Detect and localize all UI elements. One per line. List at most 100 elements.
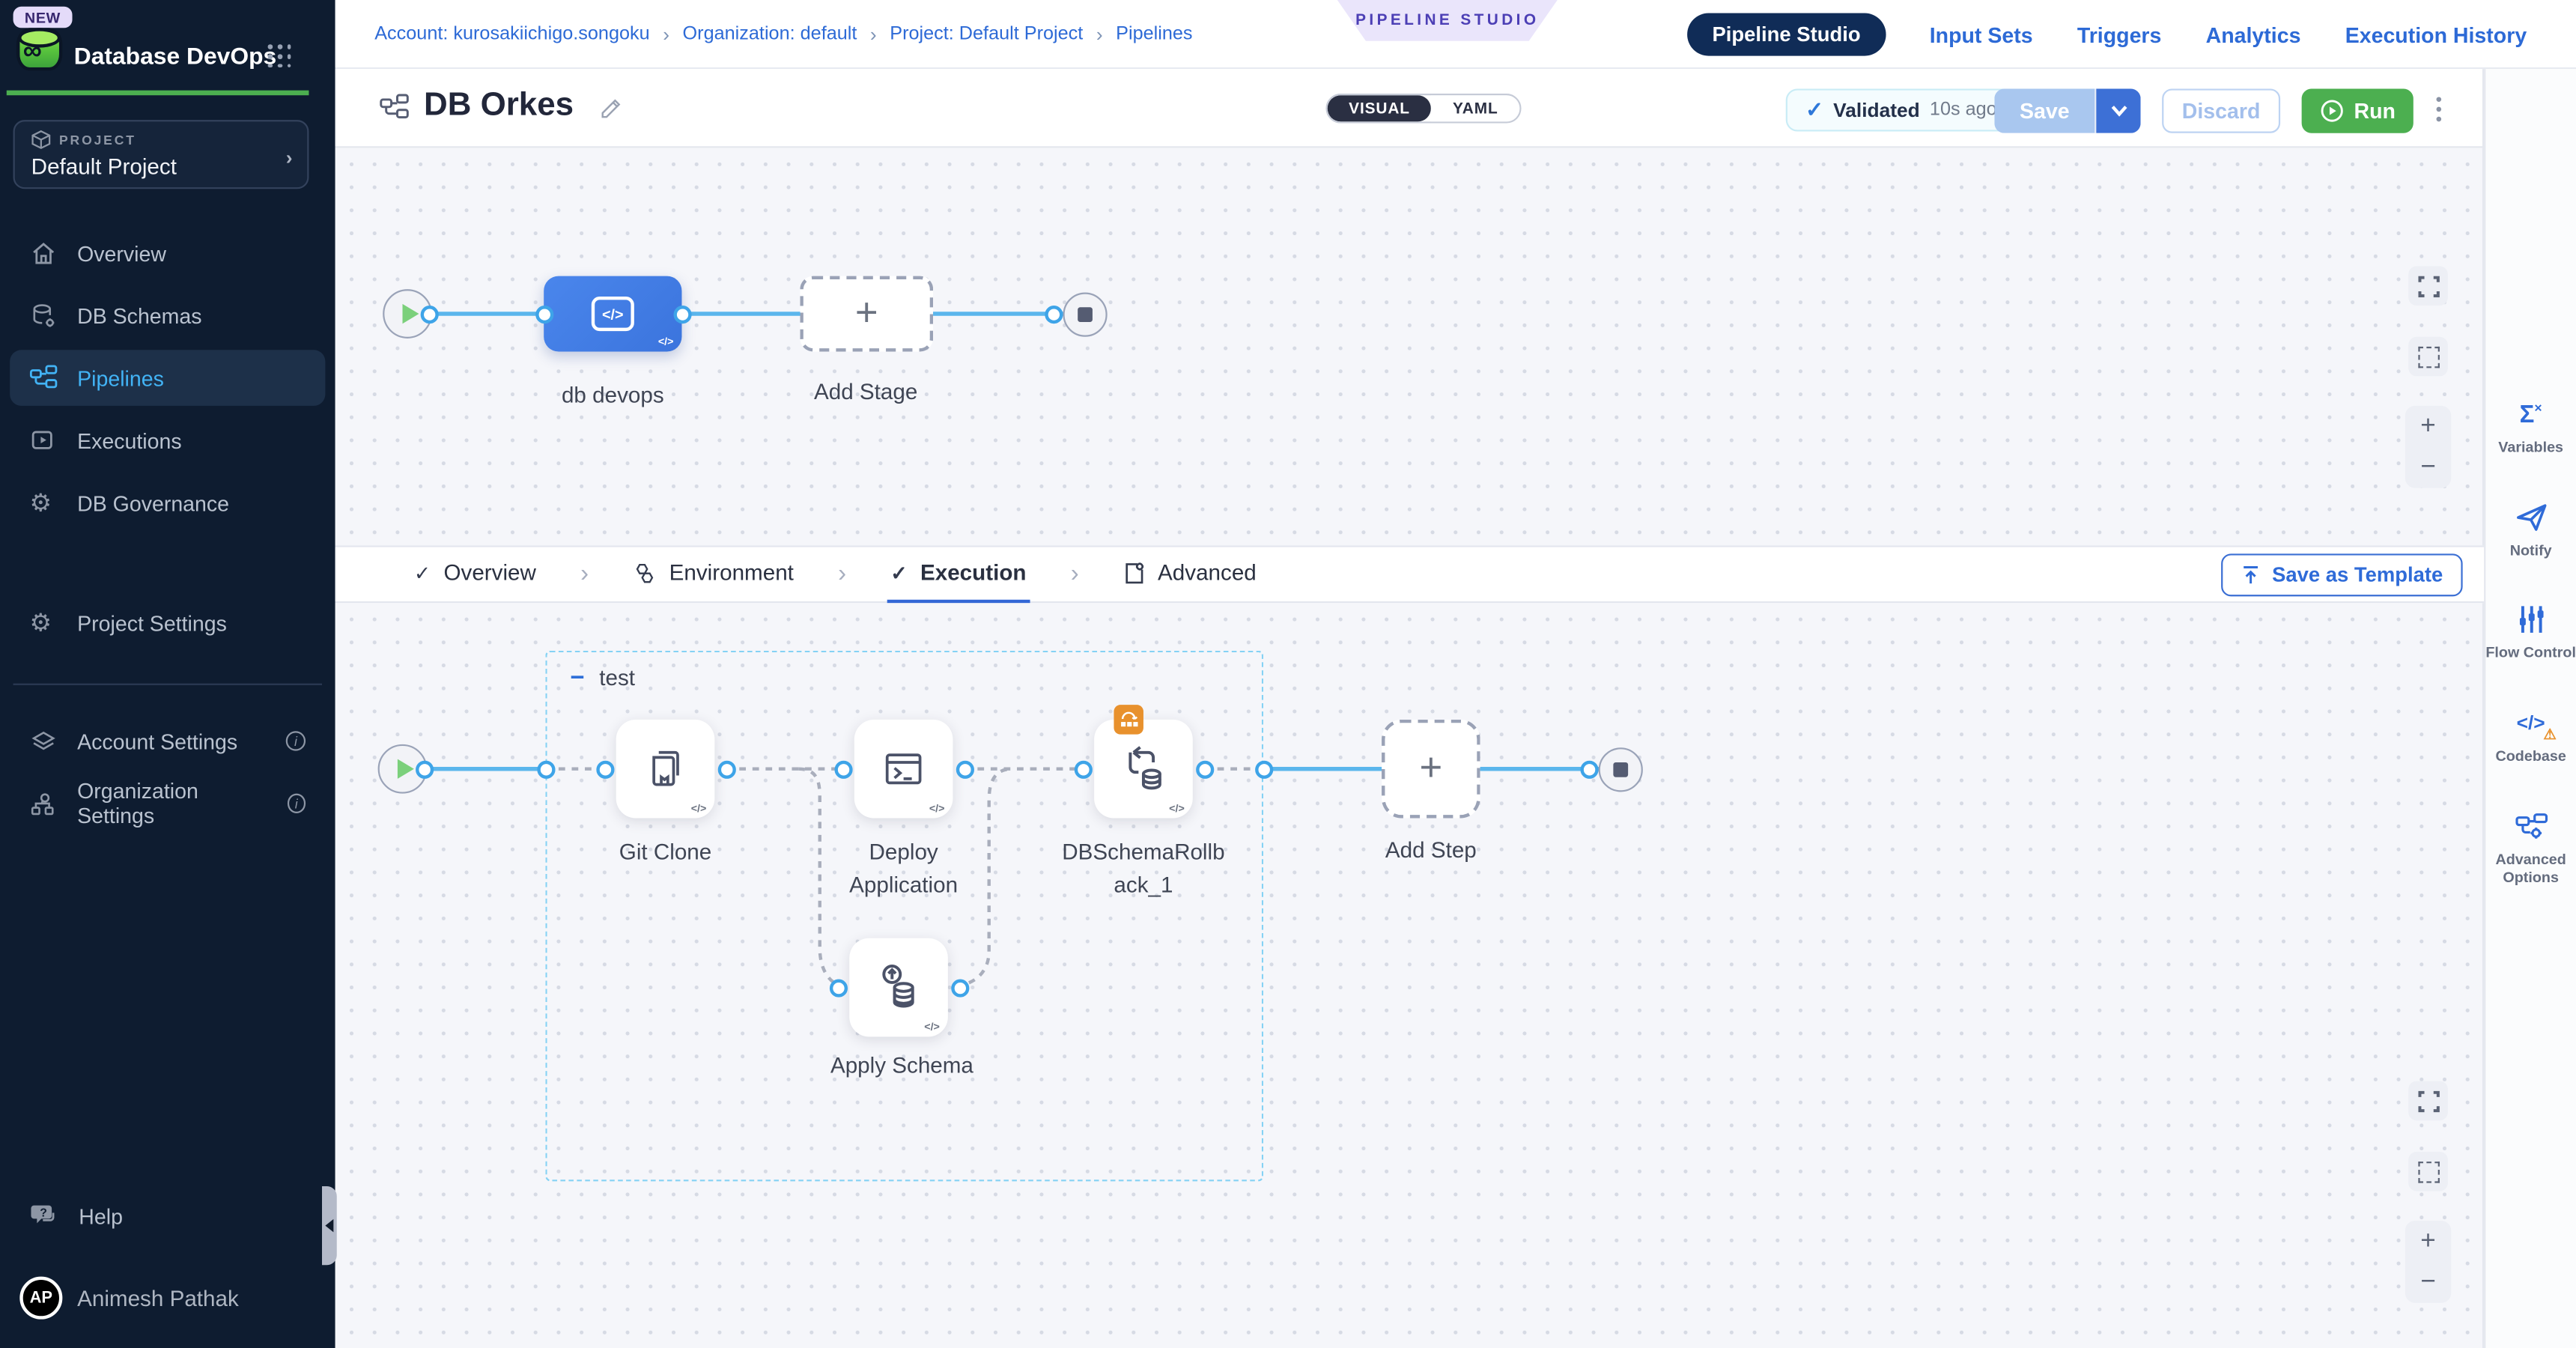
- project-name: Default Project: [31, 154, 291, 179]
- edit-pencil-icon[interactable]: [598, 95, 625, 121]
- stage-tab-overview[interactable]: ✓ Overview: [410, 545, 539, 603]
- more-options-kebab[interactable]: [2437, 92, 2442, 127]
- zoom-out-button[interactable]: −: [2420, 1268, 2435, 1297]
- project-selector[interactable]: PROJECT Default Project ›: [13, 120, 309, 189]
- custom-stage-icon: </>: [592, 297, 634, 331]
- run-button[interactable]: Run: [2302, 88, 2414, 133]
- marquee-select-button[interactable]: [2408, 337, 2448, 377]
- add-stage-label[interactable]: Add Stage: [783, 376, 947, 409]
- stage-graph-canvas[interactable]: </> </> db devops + Add Stage + −: [335, 148, 2485, 545]
- tab-analytics[interactable]: Analytics: [2206, 22, 2301, 47]
- pipeline-name: DB Orkes: [424, 87, 574, 124]
- save-caret-button[interactable]: [2096, 88, 2140, 133]
- breadcrumb-project[interactable]: Project: Default Project: [890, 25, 1083, 44]
- add-stage-button[interactable]: +: [800, 276, 933, 352]
- stage-tab-advanced[interactable]: Advanced: [1120, 545, 1260, 603]
- pipeline-right-rail: Σ× Variables Notify Flow Control </>⚠ Co…: [2484, 69, 2576, 1348]
- sidebar-item-db-governance[interactable]: ⚙ DB Governance: [10, 475, 325, 531]
- breadcrumb-pipelines[interactable]: Pipelines: [1116, 25, 1192, 44]
- sidebar-item-pipelines[interactable]: Pipelines: [10, 350, 325, 406]
- pipelines-icon: [29, 364, 57, 392]
- sidebar-item-overview[interactable]: Overview: [10, 225, 325, 282]
- discard-button[interactable]: Discard: [2162, 88, 2280, 133]
- module-grid-icon[interactable]: [268, 44, 293, 69]
- rail-label: Codebase: [2495, 747, 2566, 767]
- fit-to-screen-button[interactable]: [2408, 266, 2448, 306]
- rail-item-flow-control[interactable]: Flow Control: [2485, 604, 2576, 664]
- sidebar-item-organization-settings[interactable]: Organization Settings i: [10, 776, 325, 832]
- step-node-dbschemarollback[interactable]: </>: [1094, 720, 1193, 819]
- rail-item-variables[interactable]: Σ× Variables: [2485, 398, 2576, 458]
- sidebar-item-project-settings[interactable]: ⚙ Project Settings: [10, 595, 325, 651]
- zoom-out-button[interactable]: −: [2420, 452, 2435, 482]
- org-hierarchy-icon: [29, 789, 57, 817]
- check-icon: ✓: [890, 561, 907, 584]
- sidebar-item-account-settings[interactable]: Account Settings i: [10, 713, 325, 769]
- governance-gear-icon: ⚙: [29, 491, 57, 515]
- sidebar-item-executions[interactable]: Executions: [10, 413, 325, 469]
- execution-graph-edges: [335, 603, 2485, 1348]
- advanced-options-icon: [2515, 810, 2548, 842]
- step-group-name[interactable]: test: [599, 666, 635, 690]
- tab-execution-history[interactable]: Execution History: [2345, 22, 2527, 47]
- add-step-label[interactable]: Add Step: [1349, 834, 1513, 867]
- breadcrumb-organization[interactable]: Organization: default: [683, 25, 857, 44]
- add-step-button[interactable]: +: [1382, 720, 1480, 819]
- check-icon: ✓: [1805, 97, 1823, 123]
- sidebar-item-label: Executions: [77, 428, 182, 453]
- zoom-controls[interactable]: + −: [2405, 1221, 2451, 1303]
- sidebar: NEW Database DevOps PROJECT Default Proj…: [0, 0, 335, 1348]
- chevron-right-icon: ›: [838, 560, 846, 588]
- rail-item-notify[interactable]: Notify: [2485, 500, 2576, 560]
- toggle-yaml[interactable]: YAML: [1431, 95, 1519, 121]
- user-menu[interactable]: AP Animesh Pathak: [19, 1277, 238, 1320]
- chevron-right-icon: ›: [1096, 23, 1103, 46]
- pipeline-end-node: [1063, 291, 1107, 336]
- execution-graph-canvas[interactable]: − test </> Git Clone: [335, 603, 2485, 1348]
- rail-item-codebase[interactable]: </>⚠ Codebase: [2485, 707, 2576, 767]
- save-split-button[interactable]: Save: [1994, 88, 2140, 133]
- save-as-template-button[interactable]: Save as Template: [2221, 553, 2463, 596]
- tab-triggers[interactable]: Triggers: [2077, 22, 2162, 47]
- step-node-apply-schema[interactable]: </>: [849, 938, 948, 1037]
- stage-node-db-devops[interactable]: </> </>: [544, 276, 681, 352]
- rail-label: Variables: [2498, 439, 2563, 458]
- tab-input-sets[interactable]: Input Sets: [1930, 22, 2033, 47]
- notify-paper-plane-icon: [2515, 500, 2548, 533]
- save-button[interactable]: Save: [1994, 88, 2096, 133]
- sidebar-collapse-handle[interactable]: [322, 1186, 337, 1265]
- advanced-icon: [1123, 561, 1145, 584]
- help-button[interactable]: ? Help: [29, 1201, 123, 1230]
- stage-tab-label: Environment: [669, 560, 794, 585]
- plus-icon: +: [1419, 746, 1442, 792]
- step-node-git-clone[interactable]: </>: [616, 720, 715, 819]
- marquee-select-button[interactable]: [2408, 1152, 2448, 1191]
- sidebar-item-db-schemas[interactable]: DB Schemas: [10, 288, 325, 344]
- visual-yaml-toggle[interactable]: VISUAL YAML: [1325, 94, 1521, 123]
- step-label[interactable]: Deploy Application: [821, 837, 985, 903]
- info-icon[interactable]: i: [286, 731, 306, 750]
- toggle-visual[interactable]: VISUAL: [1328, 95, 1432, 121]
- sidebar-item-label: Account Settings: [77, 729, 237, 753]
- collapse-group-icon[interactable]: −: [570, 670, 584, 686]
- step-label[interactable]: Git Clone: [583, 837, 747, 869]
- run-label: Run: [2354, 99, 2396, 124]
- play-icon: [401, 304, 418, 324]
- step-label[interactable]: Apply Schema: [820, 1050, 984, 1083]
- selection-box-icon: [2417, 1161, 2439, 1182]
- tab-pipeline-studio[interactable]: Pipeline Studio: [1688, 13, 1886, 56]
- rail-item-advanced-options[interactable]: Advanced Options: [2485, 810, 2576, 889]
- zoom-in-button[interactable]: +: [2420, 1227, 2435, 1256]
- info-icon[interactable]: i: [287, 794, 306, 813]
- git-clone-icon: [641, 744, 690, 794]
- code-corner-icon: </>: [658, 337, 674, 348]
- stage-tab-environment[interactable]: Environment: [630, 545, 797, 603]
- step-node-deploy-application[interactable]: </>: [854, 720, 953, 819]
- step-label[interactable]: DBSchemaRollback_1: [1061, 837, 1225, 903]
- stage-label[interactable]: db devops: [531, 380, 695, 413]
- zoom-controls[interactable]: + −: [2405, 406, 2451, 488]
- zoom-in-button[interactable]: +: [2420, 412, 2435, 441]
- breadcrumb-account[interactable]: Account: kurosakiichigo.songoku: [374, 25, 649, 44]
- stage-tab-execution[interactable]: ✓ Execution: [887, 545, 1030, 603]
- fit-to-screen-button[interactable]: [2408, 1081, 2448, 1121]
